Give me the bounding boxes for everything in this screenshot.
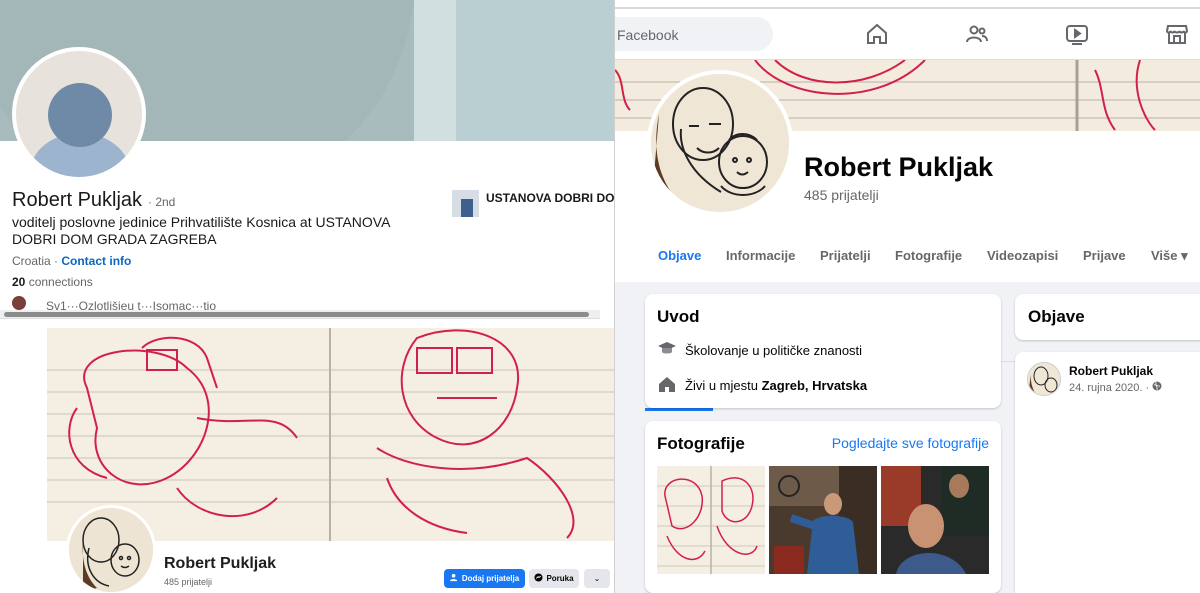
linkedin-avatar-placeholder[interactable] xyxy=(12,47,146,181)
tab-more[interactable]: Više ▾ xyxy=(1151,248,1188,264)
tab-posts[interactable]: Objave xyxy=(658,248,701,263)
tab-friends[interactable]: Prijatelji xyxy=(820,248,871,263)
facebook-mini-friends-count[interactable]: 485 prijatelji xyxy=(164,577,212,587)
posts-title: Objave xyxy=(1028,307,1085,326)
post-author-name[interactable]: Robert Pukljak xyxy=(1069,364,1153,378)
lives-in-place-link[interactable]: Zagreb, Hrvatska xyxy=(762,378,868,393)
post-date-text: 24. rujna 2020. · xyxy=(1069,382,1150,394)
connection-degree-badge: · 2nd xyxy=(148,195,176,209)
mutual-connection-avatar xyxy=(12,296,26,310)
post-card: Robert Pukljak 24. rujna 2020. · xyxy=(1015,352,1200,593)
post-author-avatar[interactable] xyxy=(1027,362,1061,396)
facebook-top-navbar: Facebook xyxy=(615,0,1200,60)
posts-header-card: Objave xyxy=(1015,294,1200,340)
photo-thumbnail-sketch[interactable] xyxy=(657,466,765,574)
education-row: Školovanje u političke znanosti xyxy=(657,339,862,362)
scrollbar-thumb[interactable] xyxy=(4,312,589,317)
connections-number: 20 xyxy=(12,275,26,289)
facebook-mini-name: Robert Pukljak xyxy=(164,555,277,572)
location-text: Croatia xyxy=(12,254,51,268)
linkedin-location-row: Croatia · Contact info xyxy=(12,254,131,268)
globe-icon xyxy=(1152,381,1162,394)
linkedin-profile-name: Robert Pukljak xyxy=(12,189,143,211)
facebook-profile-name: Robert Pukljak xyxy=(804,152,994,182)
tab-about[interactable]: Informacije xyxy=(726,248,795,263)
message-button[interactable]: Poruka xyxy=(529,569,579,588)
organization-name[interactable]: USTANOVA DOBRI DOM GRADA ZAGREBA xyxy=(486,191,614,206)
tab-videos[interactable]: Videozapisi xyxy=(987,248,1058,263)
lives-in-row: Živi u mjestu Zagreb, Hrvatska xyxy=(657,374,867,397)
lives-in-prefix: Živi u mjestu xyxy=(685,378,762,393)
tab-checkins[interactable]: Prijave xyxy=(1083,248,1126,263)
facebook-mini-cover-sketch xyxy=(47,328,614,541)
mutual-connections-text[interactable]: Sv1···Ozlotlišjeu t···Isomac···tio xyxy=(46,299,216,310)
add-friend-button[interactable]: Dodaj prijatelja xyxy=(444,569,525,588)
more-options-button[interactable]: ⌄ xyxy=(584,569,610,588)
home-icon[interactable] xyxy=(865,22,889,46)
facebook-profile-panel: Facebook Robert Pukljak 485 prijatelji O… xyxy=(614,0,1200,593)
separator: · xyxy=(50,254,62,268)
linkedin-profile-panel: Robert Pukljak · 2nd voditelj poslovne j… xyxy=(0,0,614,310)
screenshot-canvas: Robert Pukljak · 2nd voditelj poslovne j… xyxy=(0,0,1200,593)
education-text: Školovanje u političke znanosti xyxy=(685,343,863,358)
photo-thumbnail-workshop[interactable] xyxy=(769,466,877,574)
photos-card: Fotografije Pogledajte sve fotografije xyxy=(645,421,1001,593)
facebook-profile-avatar[interactable] xyxy=(647,70,793,216)
facebook-mini-profile: Robert Pukljak 485 prijatelji Dodaj prij… xyxy=(0,320,614,593)
organization-logo[interactable] xyxy=(452,190,479,217)
tab-photos[interactable]: Fotografije xyxy=(895,248,962,263)
message-label: Poruka xyxy=(546,574,574,583)
contact-info-link[interactable]: Contact info xyxy=(61,254,131,268)
post-date[interactable]: 24. rujna 2020. · xyxy=(1069,381,1162,394)
connections-label: connections xyxy=(28,275,93,289)
facebook-mini-avatar[interactable] xyxy=(66,505,156,593)
linkedin-headline: voditelj poslovne jedinice Prihvatilište… xyxy=(12,214,390,247)
see-all-photos-link[interactable]: Pogledajte sve fotografije xyxy=(832,435,989,451)
add-friend-label: Dodaj prijatelja xyxy=(461,574,520,583)
house-icon xyxy=(657,374,677,397)
photo-thumbnail-portrait[interactable] xyxy=(881,466,989,574)
graduation-cap-icon xyxy=(657,339,677,362)
add-friend-icon xyxy=(449,573,459,584)
facebook-search-input[interactable]: Facebook xyxy=(615,17,773,51)
active-tab-indicator xyxy=(645,408,713,411)
facebook-friends-count[interactable]: 485 prijatelji xyxy=(804,187,879,203)
marketplace-icon[interactable] xyxy=(1165,22,1189,46)
friends-icon[interactable] xyxy=(965,22,989,46)
photos-title: Fotografije xyxy=(657,434,745,453)
intro-title: Uvod xyxy=(657,307,700,326)
watch-icon[interactable] xyxy=(1065,22,1089,46)
lives-in-text: Živi u mjestu Zagreb, Hrvatska xyxy=(685,378,867,393)
messenger-icon xyxy=(534,573,543,584)
intro-card: Uvod Školovanje u političke znanosti Živ… xyxy=(645,294,1001,408)
connections-count[interactable]: 20 connections xyxy=(12,275,93,289)
horizontal-scrollbar[interactable] xyxy=(0,310,600,319)
